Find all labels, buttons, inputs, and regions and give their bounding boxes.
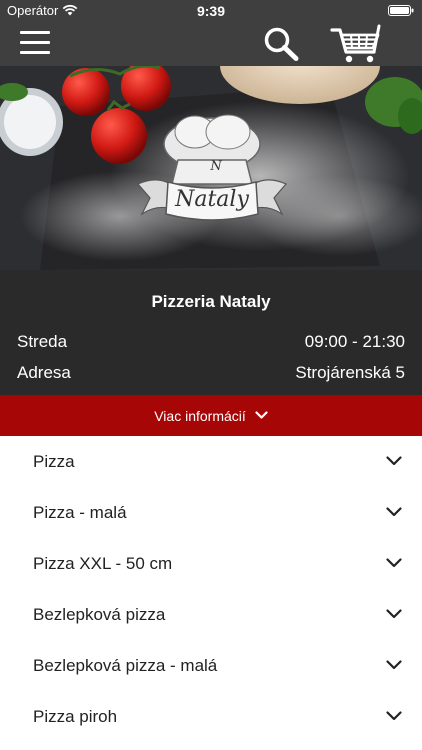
category-label: Bezlepková pizza - malá <box>33 656 218 675</box>
category-label: Pizza XXL - 50 cm <box>33 554 173 573</box>
category-item[interactable]: Pizza <box>0 436 422 487</box>
chevron-down-icon <box>386 456 402 466</box>
category-item[interactable]: Pizza piroh <box>0 691 422 742</box>
chevron-down-icon <box>386 507 402 517</box>
status-time: 9:39 <box>196 3 226 19</box>
category-label: Bezlepková pizza <box>33 605 166 624</box>
category-item[interactable]: Pizza XXL - 50 cm <box>0 538 422 589</box>
chevron-down-icon <box>386 711 402 721</box>
logo-text: Nataly <box>174 187 249 212</box>
nav-bar <box>0 22 422 66</box>
chevron-down-icon <box>255 411 268 419</box>
restaurant-info: Pizzeria Nataly Streda 09:00 - 21:30 Adr… <box>0 270 422 395</box>
category-list: Pizza Pizza - malá Pizza XXL - 50 cm Bez… <box>0 436 422 742</box>
status-bar: Operátor 9:39 <box>0 0 422 22</box>
address-value: Strojárenská 5 <box>295 363 405 382</box>
day-label: Streda <box>17 332 68 351</box>
chevron-down-icon <box>386 558 402 568</box>
logo-initial: N <box>209 159 222 174</box>
hero-image: N Nataly <box>0 66 422 270</box>
more-info-button[interactable]: Viac informácií <box>0 395 422 436</box>
search-icon[interactable] <box>262 26 300 62</box>
category-label: Pizza <box>33 452 75 471</box>
battery-icon <box>388 5 414 16</box>
cart-icon[interactable] <box>330 24 382 64</box>
category-item[interactable]: Bezlepková pizza <box>0 589 422 640</box>
more-info-label: Viac informácií <box>154 407 246 424</box>
category-item[interactable]: Pizza - malá <box>0 487 422 538</box>
menu-button[interactable] <box>20 31 50 55</box>
restaurant-name: Pizzeria Nataly <box>151 292 271 311</box>
category-label: Pizza piroh <box>33 707 118 726</box>
opening-hours: 09:00 - 21:30 <box>304 332 405 351</box>
address-label: Adresa <box>17 363 71 382</box>
chevron-down-icon <box>386 609 402 619</box>
hero-illustration: N Nataly <box>0 66 422 270</box>
category-item[interactable]: Bezlepková pizza - malá <box>0 640 422 691</box>
chevron-down-icon <box>386 660 402 670</box>
category-label: Pizza - malá <box>33 503 127 522</box>
